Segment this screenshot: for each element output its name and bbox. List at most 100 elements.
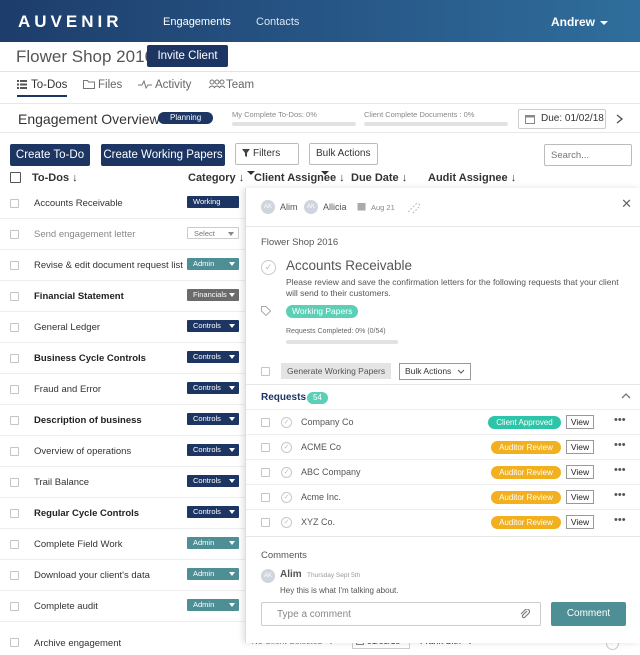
todo-name[interactable]: Trail Balance: [34, 477, 89, 488]
select-all-checkbox[interactable]: [10, 172, 21, 183]
filters-button[interactable]: Filters: [235, 143, 299, 176]
check-circle-icon[interactable]: ✓: [281, 467, 292, 478]
row-checkbox[interactable]: [10, 199, 19, 208]
todo-name[interactable]: Send engagement letter: [34, 229, 135, 240]
panel-bulk-actions-select[interactable]: Bulk Actions: [399, 363, 471, 380]
category-select[interactable]: Admin: [187, 568, 239, 580]
todo-name[interactable]: Download your client's data: [34, 570, 150, 581]
todo-name[interactable]: Regular Cycle Controls: [34, 508, 139, 519]
select-all-requests-checkbox[interactable]: [261, 367, 270, 376]
create-working-papers-button[interactable]: Create Working Papers: [101, 144, 225, 166]
close-icon[interactable]: ✕: [621, 196, 632, 212]
row-checkbox[interactable]: [10, 261, 19, 270]
todo-name[interactable]: Overview of operations: [34, 446, 131, 457]
category-select[interactable]: Controls: [187, 413, 239, 425]
category-select[interactable]: Admin: [187, 599, 239, 611]
tab-team[interactable]: Team: [208, 79, 254, 91]
request-row[interactable]: ✓ ACME Co Auditor Review View •••: [246, 434, 640, 459]
todo-name[interactable]: Financial Statement: [34, 291, 124, 302]
request-checkbox[interactable]: [261, 418, 270, 427]
category-select[interactable]: Controls: [187, 475, 239, 487]
column-client-assignee[interactable]: Client Assignee ↓: [254, 172, 345, 184]
comment-button[interactable]: Comment: [551, 602, 626, 626]
column-audit-assignee[interactable]: Audit Assignee ↓: [428, 172, 516, 184]
row-checkbox[interactable]: [10, 354, 19, 363]
todo-name[interactable]: Revise & edit document request list: [34, 260, 183, 271]
row-checkbox[interactable]: [10, 230, 19, 239]
row-checkbox[interactable]: [10, 478, 19, 487]
more-options-icon[interactable]: •••: [614, 439, 626, 451]
comment-input[interactable]: Type a comment: [261, 602, 541, 626]
more-options-icon[interactable]: •••: [614, 514, 626, 526]
row-checkbox[interactable]: [10, 416, 19, 425]
view-button[interactable]: View: [566, 490, 594, 504]
paperclip-icon[interactable]: [520, 609, 530, 620]
check-circle-icon[interactable]: ✓: [281, 442, 292, 453]
generate-working-papers-button[interactable]: Generate Working Papers: [281, 363, 392, 379]
column-category[interactable]: Category ↓: [188, 172, 244, 184]
todo-name[interactable]: Complete Field Work: [34, 539, 123, 550]
chevron-right-icon[interactable]: [616, 114, 624, 124]
row-checkbox[interactable]: [10, 638, 19, 647]
request-row[interactable]: ✓ Acme Inc. Auditor Review View •••: [246, 484, 640, 509]
invite-client-button[interactable]: Invite Client: [147, 45, 228, 67]
category-select[interactable]: Admin: [187, 537, 239, 549]
search-input[interactable]: [544, 144, 632, 166]
view-button[interactable]: View: [566, 415, 594, 429]
category-select[interactable]: Working Papers: [187, 196, 239, 218]
todo-name[interactable]: Fraud and Error: [34, 384, 101, 395]
more-options-icon[interactable]: •••: [614, 414, 626, 426]
category-select[interactable]: Select: [187, 227, 239, 239]
bulk-actions-button[interactable]: Bulk Actions: [309, 143, 378, 176]
todo-name[interactable]: Description of business: [34, 415, 142, 426]
tab-todos[interactable]: To-Dos: [17, 79, 68, 97]
category-select[interactable]: Financials: [187, 289, 239, 301]
category-select[interactable]: Admin: [187, 258, 239, 270]
create-todo-button[interactable]: Create To-Do: [10, 144, 90, 166]
tab-activity[interactable]: Activity: [138, 79, 191, 91]
row-checkbox[interactable]: [10, 323, 19, 332]
panel-due-date[interactable]: Aug 21: [371, 203, 395, 212]
due-date-field[interactable]: Due: 01/02/18: [518, 109, 606, 129]
check-circle-icon[interactable]: ✓: [281, 492, 292, 503]
row-checkbox[interactable]: [10, 571, 19, 580]
check-circle-icon[interactable]: ✓: [281, 417, 292, 428]
more-options-icon[interactable]: •••: [614, 464, 626, 476]
todo-title[interactable]: Accounts Receivable: [286, 258, 412, 273]
row-checkbox[interactable]: [10, 292, 19, 301]
app-logo[interactable]: AUVENIR: [18, 12, 123, 32]
todo-name[interactable]: Business Cycle Controls: [34, 353, 146, 364]
request-checkbox[interactable]: [261, 493, 270, 502]
assignee-name[interactable]: Alim: [280, 202, 298, 212]
nav-contacts[interactable]: Contacts: [256, 16, 299, 28]
todo-name[interactable]: Accounts Receivable: [34, 198, 123, 209]
assignee-name[interactable]: Allicia: [323, 202, 347, 212]
category-tag[interactable]: Working Papers: [286, 305, 359, 318]
view-button[interactable]: View: [566, 515, 594, 529]
complete-check-icon[interactable]: ✓: [261, 260, 276, 275]
request-checkbox[interactable]: [261, 518, 270, 527]
more-options-icon[interactable]: •••: [614, 489, 626, 501]
attachment-icon[interactable]: [406, 200, 420, 214]
request-checkbox[interactable]: [261, 468, 270, 477]
column-todos[interactable]: To-Dos ↓: [32, 172, 78, 184]
category-select[interactable]: Controls: [187, 320, 239, 332]
request-checkbox[interactable]: [261, 443, 270, 452]
view-button[interactable]: View: [566, 465, 594, 479]
category-select[interactable]: Controls: [187, 444, 239, 456]
check-circle-icon[interactable]: ✓: [281, 517, 292, 528]
todo-name[interactable]: General Ledger: [34, 322, 100, 333]
nav-engagements[interactable]: Engagements: [163, 16, 231, 28]
row-checkbox[interactable]: [10, 447, 19, 456]
user-menu[interactable]: Andrew: [551, 15, 608, 29]
category-select[interactable]: Controls: [187, 506, 239, 518]
row-checkbox[interactable]: [10, 509, 19, 518]
row-checkbox[interactable]: [10, 602, 19, 611]
tab-files[interactable]: Files: [83, 79, 122, 91]
request-row[interactable]: ✓ ABC Company Auditor Review View •••: [246, 459, 640, 484]
chevron-up-icon[interactable]: [621, 393, 631, 399]
category-select[interactable]: Controls: [187, 382, 239, 394]
column-due-date[interactable]: Due Date ↓: [351, 172, 407, 184]
category-select[interactable]: Controls: [187, 351, 239, 363]
request-row[interactable]: ✓ XYZ Co. Auditor Review View •••: [246, 509, 640, 534]
